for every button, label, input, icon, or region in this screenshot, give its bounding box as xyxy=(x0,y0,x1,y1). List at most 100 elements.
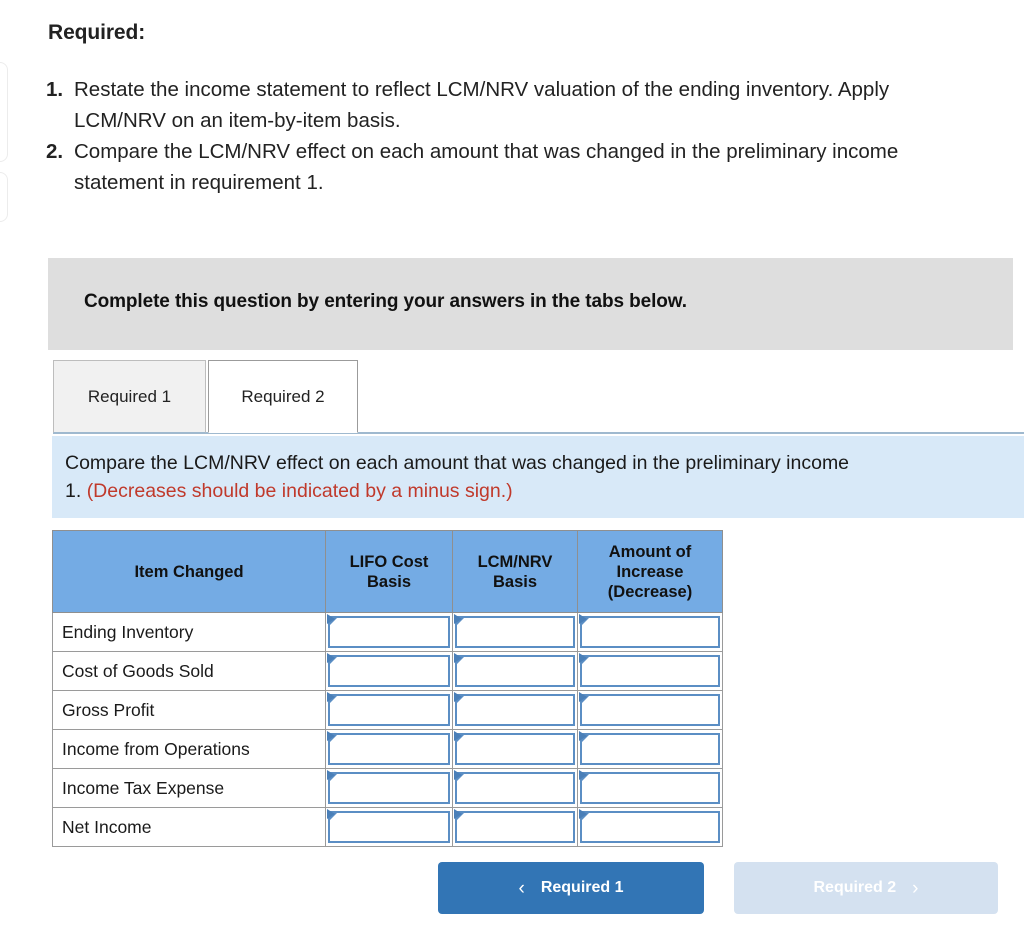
previous-required-1-button[interactable]: ‹ Required 1 xyxy=(438,862,704,914)
input-income-operations-lcmnrv[interactable] xyxy=(455,733,575,765)
column-header-amount-line-3: (Decrease) xyxy=(607,582,693,601)
cell-flag-icon xyxy=(327,809,335,819)
input-ending-inventory-change[interactable] xyxy=(580,616,720,648)
cell-flag-icon xyxy=(327,653,335,663)
cell-flag-icon xyxy=(327,614,335,624)
column-header-item-changed-line-1: Item Changed xyxy=(134,562,244,581)
row-label-net-income: Net Income xyxy=(52,807,326,847)
input-ending-inventory-lifo[interactable] xyxy=(328,616,450,648)
table-row: Net Income xyxy=(52,807,723,847)
cell-income-operations-lcmnrv[interactable] xyxy=(452,729,578,769)
cell-flag-icon xyxy=(579,809,587,819)
table-row: Income Tax Expense xyxy=(52,768,723,808)
cell-flag-icon xyxy=(454,614,462,624)
column-header-lifo-cost-basis: LIFO Cost Basis xyxy=(325,530,453,613)
instruction-banner: Complete this question by entering your … xyxy=(48,258,1013,350)
cell-income-operations-lifo[interactable] xyxy=(325,729,453,769)
cell-ending-inventory-lcmnrv[interactable] xyxy=(452,612,578,652)
cell-flag-icon xyxy=(454,731,462,741)
cell-net-income-change[interactable] xyxy=(577,807,723,847)
left-panel-edge xyxy=(0,62,8,162)
column-header-lcmnrv-line-2: Basis xyxy=(492,572,538,591)
required-item-text-2: Compare the LCM/NRV effect on each amoun… xyxy=(74,140,899,194)
table-row: Income from Operations xyxy=(52,729,723,769)
next-button-label: Required 2 xyxy=(813,879,897,896)
cell-flag-icon xyxy=(454,770,462,780)
cell-cogs-change[interactable] xyxy=(577,651,723,691)
info-box-line-1: Compare the LCM/NRV effect on each amoun… xyxy=(65,452,850,474)
table-header-row: Item Changed LIFO Cost Basis LCM/NRV Bas… xyxy=(52,530,723,613)
tab-required-1[interactable]: Required 1 xyxy=(53,360,206,433)
input-income-tax-lcmnrv[interactable] xyxy=(455,772,575,804)
row-label-income-from-operations: Income from Operations xyxy=(52,729,326,769)
cell-ending-inventory-change[interactable] xyxy=(577,612,723,652)
previous-button-label: Required 1 xyxy=(540,879,624,896)
info-box-hint: (Decreases should be indicated by a minu… xyxy=(86,480,513,502)
cell-net-income-lifo[interactable] xyxy=(325,807,453,847)
row-label-ending-inventory: Ending Inventory xyxy=(52,612,326,652)
cell-flag-icon xyxy=(327,692,335,702)
chevron-left-icon: ‹ xyxy=(518,877,525,899)
question-info-box: Compare the LCM/NRV effect on each amoun… xyxy=(52,436,1024,518)
left-panel-edge-secondary xyxy=(0,172,8,222)
input-gross-profit-change[interactable] xyxy=(580,694,720,726)
cell-income-operations-change[interactable] xyxy=(577,729,723,769)
cell-gross-profit-lifo[interactable] xyxy=(325,690,453,730)
cell-gross-profit-change[interactable] xyxy=(577,690,723,730)
input-gross-profit-lcmnrv[interactable] xyxy=(455,694,575,726)
cell-cogs-lifo[interactable] xyxy=(325,651,453,691)
required-item-number-2: 2. xyxy=(46,140,64,163)
cell-flag-icon xyxy=(454,809,462,819)
row-label-gross-profit: Gross Profit xyxy=(52,690,326,730)
table-row: Gross Profit xyxy=(52,690,723,730)
required-list-item-2: 2. Compare the LCM/NRV effect on each am… xyxy=(30,136,930,198)
cell-cogs-lcmnrv[interactable] xyxy=(452,651,578,691)
tab-required-2-label: Required 2 xyxy=(241,386,325,406)
next-required-2-button[interactable]: Required 2 › xyxy=(734,862,998,914)
input-cogs-change[interactable] xyxy=(580,655,720,687)
cell-flag-icon xyxy=(579,614,587,624)
tab-required-1-label: Required 1 xyxy=(87,386,172,406)
cell-flag-icon xyxy=(579,653,587,663)
tab-required-2[interactable]: Required 2 xyxy=(208,360,358,433)
input-net-income-change[interactable] xyxy=(580,811,720,843)
cell-income-tax-change[interactable] xyxy=(577,768,723,808)
lcm-nrv-comparison-table: Item Changed LIFO Cost Basis LCM/NRV Bas… xyxy=(52,530,723,847)
cell-income-tax-lcmnrv[interactable] xyxy=(452,768,578,808)
input-ending-inventory-lcmnrv[interactable] xyxy=(455,616,575,648)
input-income-tax-lifo[interactable] xyxy=(328,772,450,804)
input-income-tax-change[interactable] xyxy=(580,772,720,804)
input-cogs-lcmnrv[interactable] xyxy=(455,655,575,687)
table-body: Ending Inventory Cost of Goods Sold Gros… xyxy=(52,612,723,847)
input-gross-profit-lifo[interactable] xyxy=(328,694,450,726)
column-header-lcmnrv-line-1: LCM/NRV xyxy=(477,552,553,571)
required-item-text-1: Restate the income statement to reflect … xyxy=(74,78,890,132)
cell-ending-inventory-lifo[interactable] xyxy=(325,612,453,652)
required-item-number-1: 1. xyxy=(46,78,64,101)
footer-navigation: ‹ Required 1 Required 2 › xyxy=(438,862,998,914)
row-label-income-tax-expense: Income Tax Expense xyxy=(52,768,326,808)
cell-flag-icon xyxy=(579,731,587,741)
info-box-line-2-prefix: 1. xyxy=(65,480,82,502)
input-cogs-lifo[interactable] xyxy=(328,655,450,687)
cell-income-tax-lifo[interactable] xyxy=(325,768,453,808)
column-header-lifo-line-2: Basis xyxy=(366,572,412,591)
input-net-income-lcmnrv[interactable] xyxy=(455,811,575,843)
cell-flag-icon xyxy=(579,692,587,702)
table-row: Cost of Goods Sold xyxy=(52,651,723,691)
column-header-item-changed: Item Changed xyxy=(52,530,326,613)
cell-flag-icon xyxy=(327,770,335,780)
input-income-operations-lifo[interactable] xyxy=(328,733,450,765)
instruction-banner-text: Complete this question by entering your … xyxy=(84,291,687,312)
input-net-income-lifo[interactable] xyxy=(328,811,450,843)
required-list-item-1: 1. Restate the income statement to refle… xyxy=(30,74,930,136)
cell-flag-icon xyxy=(454,692,462,702)
table-row: Ending Inventory xyxy=(52,612,723,652)
input-income-operations-change[interactable] xyxy=(580,733,720,765)
cell-flag-icon xyxy=(454,653,462,663)
row-label-cost-of-goods-sold: Cost of Goods Sold xyxy=(52,651,326,691)
column-header-lifo-line-1: LIFO Cost xyxy=(349,552,429,571)
cell-gross-profit-lcmnrv[interactable] xyxy=(452,690,578,730)
cell-net-income-lcmnrv[interactable] xyxy=(452,807,578,847)
column-header-amount-line-2: Increase xyxy=(616,562,684,581)
